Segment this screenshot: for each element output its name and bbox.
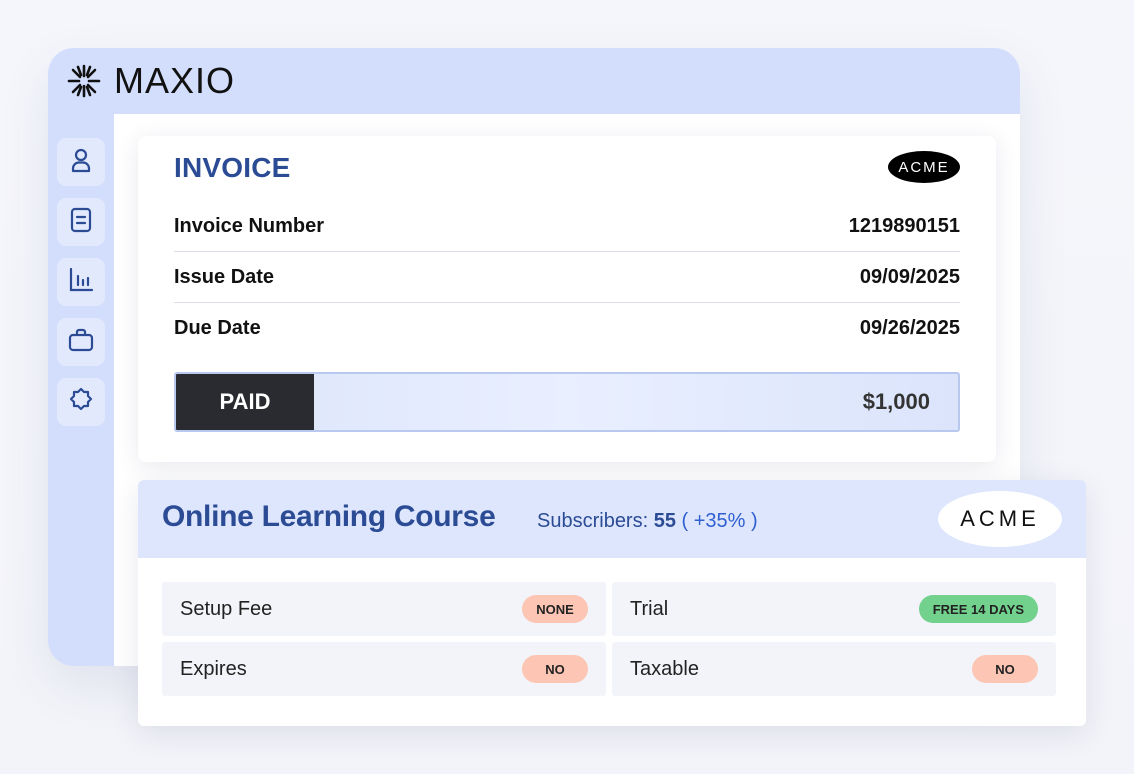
course-title: Online Learning Course	[162, 500, 496, 533]
sidebar-item-reports[interactable]	[57, 258, 105, 306]
subscribers-label: Subscribers:	[537, 510, 649, 532]
paid-amount: $1,000	[862, 389, 930, 414]
invoice-number-value: 1219890151	[848, 214, 960, 237]
issue-date-label: Issue Date	[174, 265, 275, 288]
due-date-label: Due Date	[174, 317, 261, 339]
paid-status-badge: PAID	[176, 374, 314, 430]
taxable-label: Taxable	[630, 657, 699, 680]
subscribers-delta: ( +35% )	[681, 510, 758, 532]
course-header: Online Learning Course Subscribers: 55 (…	[138, 480, 1086, 558]
invoice-number-label: Invoice Number	[174, 214, 325, 237]
taxable-badge: NO	[972, 655, 1038, 683]
stage: MAXIO INVOICE ACME Invoice Number 121989…	[0, 0, 1134, 774]
briefcase-icon	[67, 326, 95, 359]
expires-label: Expires	[180, 657, 247, 680]
issue-date-row: Issue Date 09/09/2025	[174, 252, 960, 303]
payment-status-bar: PAID $1,000	[174, 372, 960, 432]
setup-fee-label: Setup Fee	[180, 597, 273, 620]
expires-badge: NO	[522, 655, 588, 683]
invoice-number-row: Invoice Number 1219890151	[174, 201, 960, 252]
course-card: Online Learning Course Subscribers: 55 (…	[138, 480, 1086, 726]
sidebar	[48, 114, 114, 666]
sidebar-item-products[interactable]	[57, 318, 105, 366]
document-icon	[67, 206, 95, 239]
sidebar-item-user[interactable]	[57, 138, 105, 186]
expires-row: Expires NO	[162, 642, 606, 696]
trial-badge: FREE 14 DAYS	[918, 595, 1038, 623]
acme-logo-small: ACME	[888, 151, 960, 183]
trial-label: Trial	[630, 597, 669, 620]
invoice-title: INVOICE	[174, 152, 291, 183]
issue-date-value: 09/09/2025	[859, 265, 960, 288]
due-date-row: Due Date 09/26/2025	[174, 303, 960, 354]
user-icon	[67, 146, 95, 179]
due-date-value: 09/26/2025	[859, 317, 960, 339]
logo-text: MAXIO	[114, 60, 236, 101]
maxio-logo-icon	[66, 63, 102, 99]
acme-logo-large: ACME	[938, 491, 1062, 547]
taxable-row: Taxable NO	[612, 642, 1056, 696]
subscribers-count: 55	[653, 510, 676, 532]
trial-row: Trial FREE 14 DAYS	[612, 582, 1056, 636]
sidebar-item-settings[interactable]	[57, 378, 105, 426]
invoice-card: INVOICE ACME Invoice Number 1219890151 I…	[138, 136, 996, 462]
app-header: MAXIO	[48, 48, 1020, 114]
chart-icon	[67, 266, 95, 299]
setup-fee-row: Setup Fee NONE	[162, 582, 606, 636]
setup-fee-badge: NONE	[522, 595, 588, 623]
settings-icon	[67, 386, 95, 419]
subscribers-stat: Subscribers: 55 ( +35% )	[537, 510, 758, 533]
sidebar-item-documents[interactable]	[57, 198, 105, 246]
